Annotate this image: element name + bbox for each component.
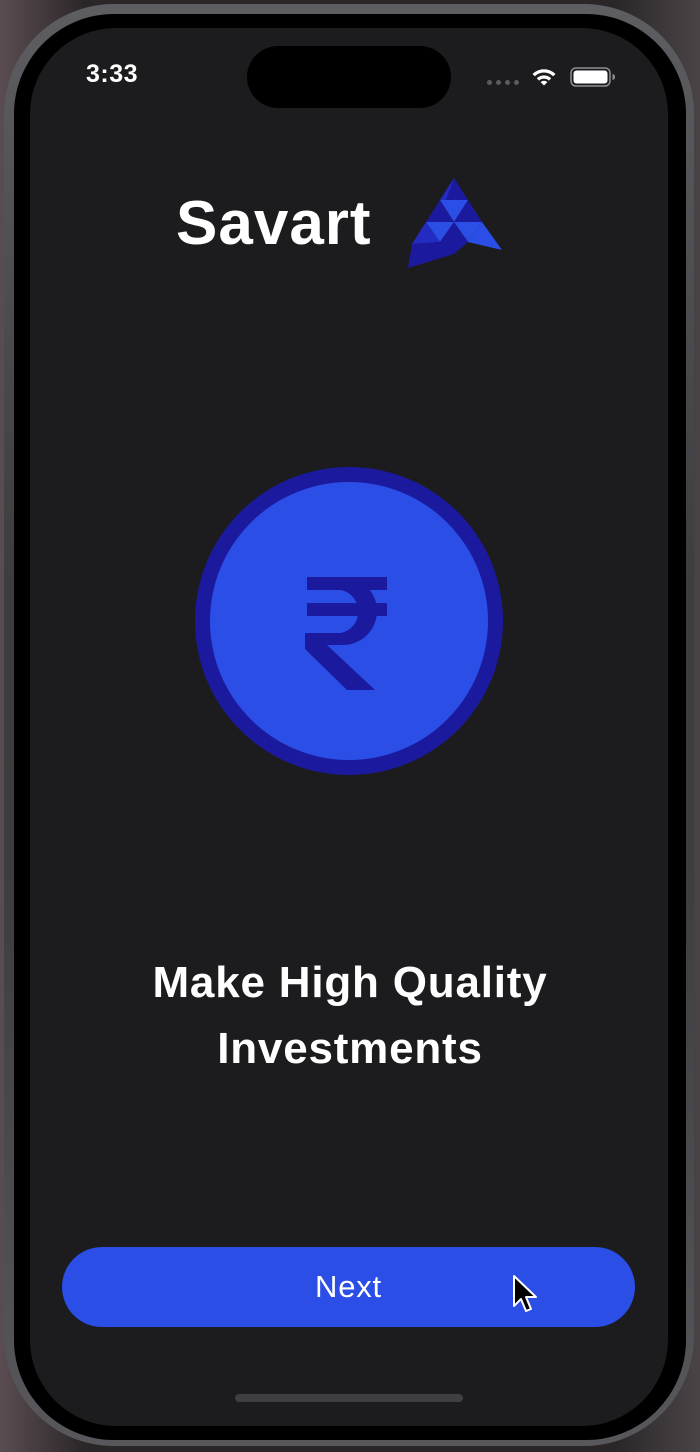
headline-line-2: Investments bbox=[217, 1024, 483, 1073]
rupee-coin-icon bbox=[195, 467, 503, 775]
next-button[interactable]: Next bbox=[62, 1247, 635, 1327]
status-time: 3:33 bbox=[86, 60, 139, 88]
battery-icon bbox=[570, 67, 615, 87]
onboarding-headline: Make High Quality Investments bbox=[60, 950, 640, 1082]
wifi-icon bbox=[532, 69, 556, 86]
home-indicator[interactable] bbox=[235, 1394, 463, 1402]
brand-name: Savart bbox=[176, 189, 372, 258]
dynamic-island bbox=[247, 46, 451, 108]
brand-header: Savart bbox=[176, 178, 516, 274]
savart-logo-icon bbox=[408, 178, 502, 268]
signal-dots-icon bbox=[487, 80, 519, 85]
mouse-cursor-icon bbox=[513, 1275, 537, 1312]
headline-line-1: Make High Quality bbox=[152, 958, 548, 1007]
